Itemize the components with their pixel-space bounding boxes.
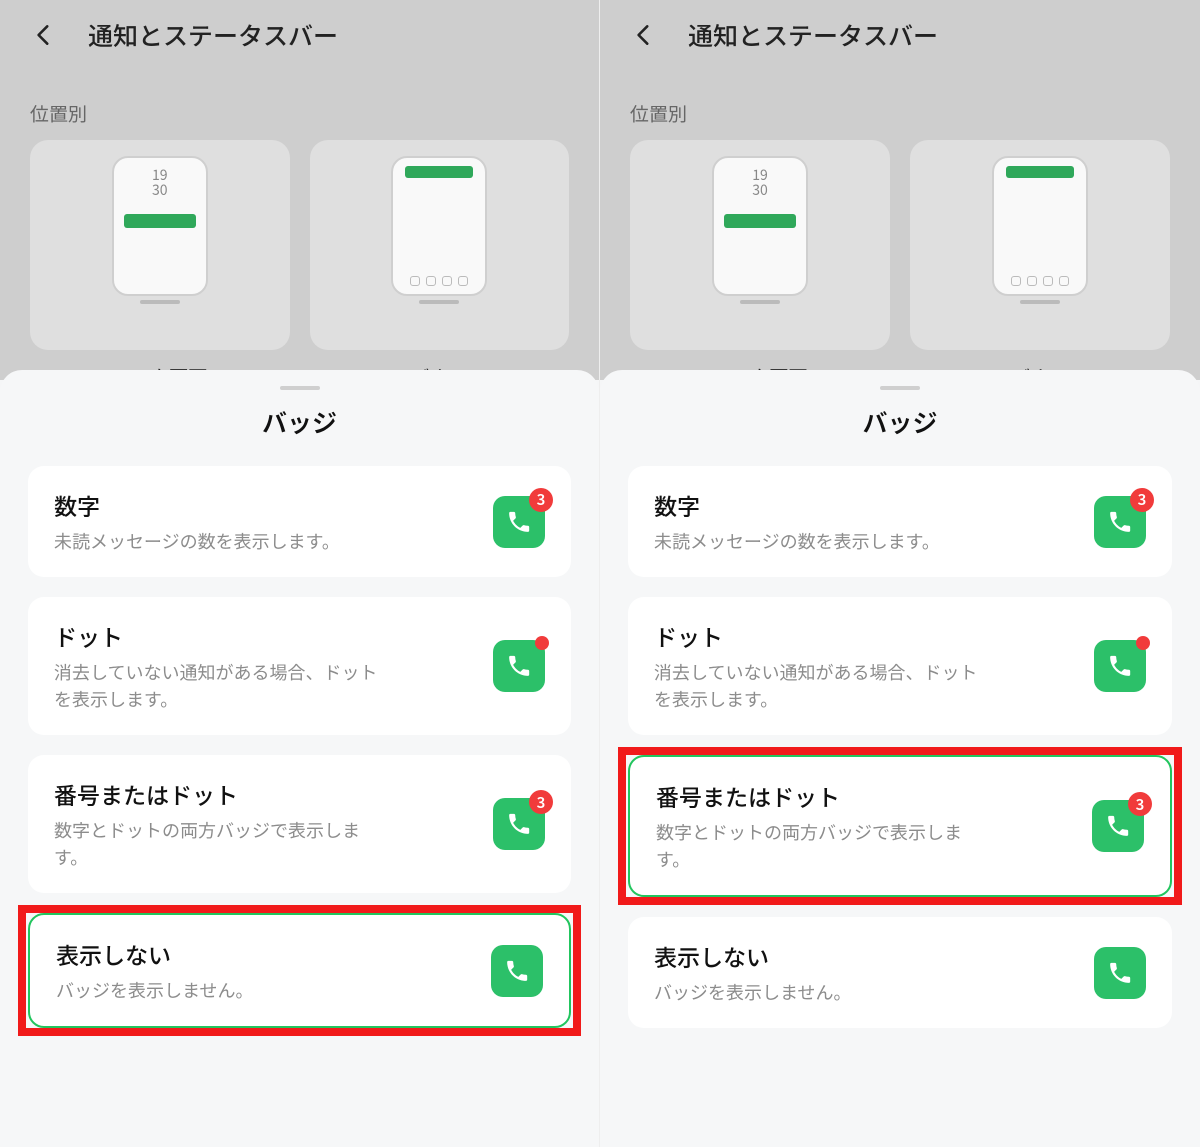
badge-dot-icon bbox=[1136, 636, 1150, 650]
option-number-title: 数字 bbox=[654, 488, 940, 522]
option-numordot-sub: 数字とドットの両方バッジで表示します。 bbox=[54, 817, 394, 871]
header: 通知とステータスバー bbox=[600, 0, 1200, 70]
panel-right: 通知とステータスバー 位置別 1930 ロック画面 バナー bbox=[600, 0, 1200, 1147]
page-title: 通知とステータスバー bbox=[688, 17, 938, 53]
badge-number-icon: 3 bbox=[529, 790, 553, 814]
option-number-or-dot[interactable]: 番号またはドット 数字とドットの両方バッジで表示します。 3 bbox=[28, 755, 571, 893]
header: 通知とステータスバー bbox=[0, 0, 599, 70]
option-number[interactable]: 数字 未読メッセージの数を表示します。 3 bbox=[28, 466, 571, 577]
option-none[interactable]: 表示しない バッジを表示しません。 bbox=[628, 917, 1172, 1028]
preview-lockscreen[interactable]: 1930 bbox=[630, 140, 890, 350]
section-label-location: 位置別 bbox=[630, 100, 687, 127]
option-dot[interactable]: ドット 消去していない通知がある場合、ドットを表示します。 bbox=[28, 597, 571, 735]
phone-mock-lock-icon: 1930 bbox=[112, 156, 208, 296]
option-dot-sub: 消去していない通知がある場合、ドットを表示します。 bbox=[654, 659, 994, 713]
preview-row: 1930 ロック画面 バナー bbox=[30, 140, 569, 350]
option-none-title: 表示しない bbox=[56, 937, 253, 971]
back-icon[interactable] bbox=[630, 21, 658, 49]
option-none-sub: バッジを表示しません。 bbox=[56, 977, 253, 1004]
badge-number-icon: 3 bbox=[1128, 792, 1152, 816]
option-number-sub: 未読メッセージの数を表示します。 bbox=[654, 528, 940, 555]
preview-banner[interactable] bbox=[310, 140, 570, 350]
mock-time-2: 30 bbox=[152, 180, 168, 200]
phone-app-icon: 3 bbox=[1092, 800, 1144, 852]
phone-app-icon bbox=[491, 945, 543, 997]
preview-row: 1930 ロック画面 バナー bbox=[630, 140, 1170, 350]
page-title: 通知とステータスバー bbox=[88, 17, 338, 53]
section-label-location: 位置別 bbox=[30, 100, 87, 127]
option-dot[interactable]: ドット 消去していない通知がある場合、ドットを表示します。 bbox=[628, 597, 1172, 735]
option-numordot-sub: 数字とドットの両方バッジで表示します。 bbox=[656, 819, 996, 873]
phone-app-icon bbox=[1094, 640, 1146, 692]
phone-app-icon bbox=[493, 640, 545, 692]
badge-number-icon: 3 bbox=[529, 488, 553, 512]
back-icon[interactable] bbox=[30, 21, 58, 49]
phone-app-icon: 3 bbox=[493, 798, 545, 850]
badge-number-icon: 3 bbox=[1130, 488, 1154, 512]
drag-handle-icon[interactable] bbox=[880, 386, 920, 390]
option-dot-title: ドット bbox=[54, 619, 394, 653]
badge-options: 数字 未読メッセージの数を表示します。 3 ドット 消去していない通知がある場合… bbox=[0, 466, 599, 1028]
preview-banner[interactable] bbox=[910, 140, 1170, 350]
sheet-title: バッジ bbox=[600, 404, 1200, 440]
bottom-sheet: バッジ 数字 未読メッセージの数を表示します。 3 ドッ bbox=[600, 370, 1200, 1147]
option-none-title: 表示しない bbox=[654, 939, 851, 973]
option-number[interactable]: 数字 未読メッセージの数を表示します。 3 bbox=[628, 466, 1172, 577]
phone-app-icon: 3 bbox=[493, 496, 545, 548]
badge-dot-icon bbox=[535, 636, 549, 650]
drag-handle-icon[interactable] bbox=[280, 386, 320, 390]
panel-left: 通知とステータスバー 位置別 1930 ロック画面 バナー bbox=[0, 0, 600, 1147]
option-dot-sub: 消去していない通知がある場合、ドットを表示します。 bbox=[54, 659, 394, 713]
option-number-title: 数字 bbox=[54, 488, 340, 522]
option-numordot-title: 番号またはドット bbox=[656, 779, 996, 813]
option-numordot-title: 番号またはドット bbox=[54, 777, 394, 811]
sheet-title: バッジ bbox=[0, 404, 599, 440]
preview-lockscreen[interactable]: 1930 bbox=[30, 140, 290, 350]
bottom-sheet: バッジ 数字 未読メッセージの数を表示します。 3 ドッ bbox=[0, 370, 599, 1147]
option-none-sub: バッジを表示しません。 bbox=[654, 979, 851, 1006]
phone-app-icon: 3 bbox=[1094, 496, 1146, 548]
badge-options: 数字 未読メッセージの数を表示します。 3 ドット 消去していない通知がある場合… bbox=[600, 466, 1200, 1028]
phone-mock-banner-icon bbox=[391, 156, 487, 296]
option-none[interactable]: 表示しない バッジを表示しません。 bbox=[28, 913, 571, 1028]
option-number-or-dot[interactable]: 番号またはドット 数字とドットの両方バッジで表示します。 3 bbox=[628, 755, 1172, 897]
option-number-sub: 未読メッセージの数を表示します。 bbox=[54, 528, 340, 555]
phone-mock-lock-icon: 1930 bbox=[712, 156, 808, 296]
mock-time-2: 30 bbox=[752, 180, 768, 200]
phone-mock-banner-icon bbox=[992, 156, 1088, 296]
option-dot-title: ドット bbox=[654, 619, 994, 653]
phone-app-icon bbox=[1094, 947, 1146, 999]
